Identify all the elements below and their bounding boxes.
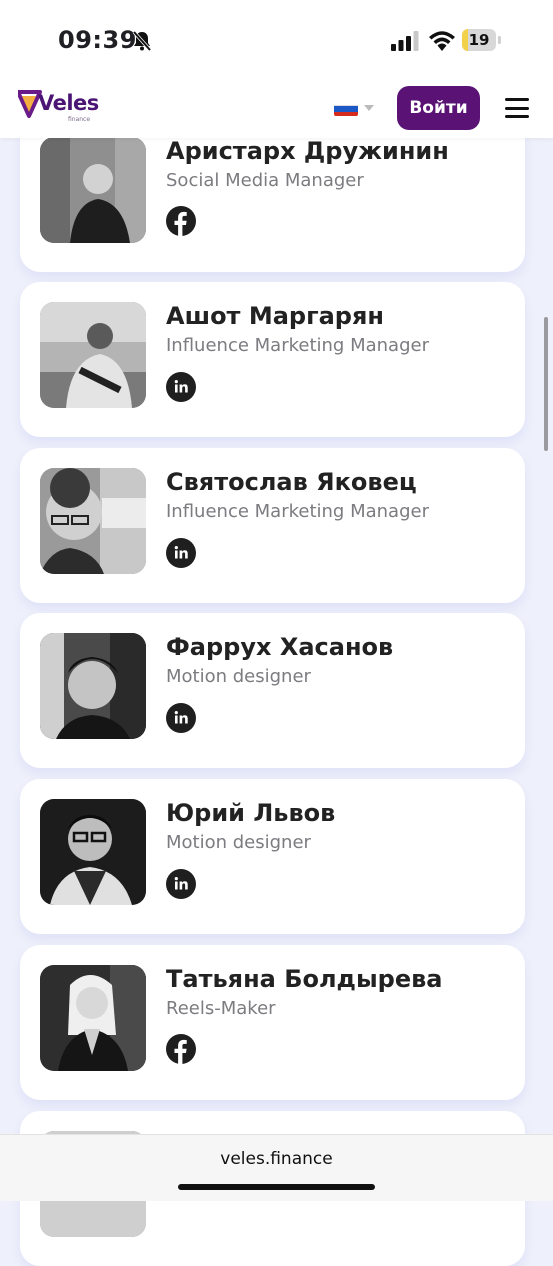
linkedin-icon[interactable] <box>166 703 196 733</box>
team-member-role: Motion designer <box>166 832 311 853</box>
linkedin-icon[interactable] <box>166 869 196 899</box>
linkedin-icon[interactable] <box>166 538 196 568</box>
scrollbar[interactable] <box>544 317 548 451</box>
team-member-photo <box>40 799 146 905</box>
team-member-photo <box>40 302 146 408</box>
team-card: Ашот Маргарян Influence Marketing Manage… <box>20 282 525 437</box>
logo-subtext: finance <box>68 116 91 123</box>
ru-flag-icon[interactable] <box>334 100 358 116</box>
team-member-role: Influence Marketing Manager <box>166 335 429 356</box>
team-member-name: Юрий Львов <box>166 799 336 827</box>
facebook-icon[interactable] <box>166 1034 196 1064</box>
team-member-name: Ашот Маргарян <box>166 302 384 330</box>
team-member-name: Фаррух Хасанов <box>166 633 394 661</box>
logo-text: Veles <box>38 91 99 115</box>
team-member-photo <box>40 965 146 1071</box>
wifi-icon <box>428 29 456 51</box>
team-member-role: Social Media Manager <box>166 170 364 191</box>
team-card: Юрий Львов Motion designer <box>20 779 525 934</box>
team-member-name: Святослав Яковец <box>166 468 417 496</box>
team-list: Аристарх Дружинин Social Media Manager А… <box>0 0 553 1266</box>
battery-percent: 19 <box>468 31 490 49</box>
team-member-photo <box>40 137 146 243</box>
url-text[interactable]: veles.finance <box>0 1149 553 1169</box>
team-card: Аристарх Дружинин Social Media Manager <box>20 117 525 272</box>
team-member-photo <box>40 633 146 739</box>
signal-icon <box>391 31 421 51</box>
facebook-icon[interactable] <box>166 206 196 236</box>
team-member-role: Motion designer <box>166 666 311 687</box>
team-member-name: Аристарх Дружинин <box>166 137 449 165</box>
team-member-role: Influence Marketing Manager <box>166 501 429 522</box>
bell-slash-icon <box>131 30 153 52</box>
team-card: Татьяна Болдырева Reels-Maker <box>20 945 525 1100</box>
team-card: Святослав Яковец Influence Marketing Man… <box>20 448 525 603</box>
site-header: Veles finance Войти <box>0 78 553 138</box>
login-button[interactable]: Войти <box>397 86 480 130</box>
team-member-role: Reels-Maker <box>166 998 276 1019</box>
battery-icon: 19 <box>462 29 502 51</box>
status-bar: 09:39 19 <box>0 0 553 78</box>
team-member-photo <box>40 468 146 574</box>
veles-logo[interactable]: Veles finance <box>18 86 99 123</box>
linkedin-icon[interactable] <box>166 372 196 402</box>
browser-url-bar[interactable]: veles.finance <box>0 1134 553 1201</box>
team-member-name: Татьяна Болдырева <box>166 965 443 993</box>
chevron-down-icon[interactable] <box>364 105 374 111</box>
status-time: 09:39 <box>58 26 137 54</box>
team-card: Фаррух Хасанов Motion designer <box>20 613 525 768</box>
hamburger-menu-icon[interactable] <box>505 96 531 120</box>
home-indicator[interactable] <box>178 1184 375 1190</box>
